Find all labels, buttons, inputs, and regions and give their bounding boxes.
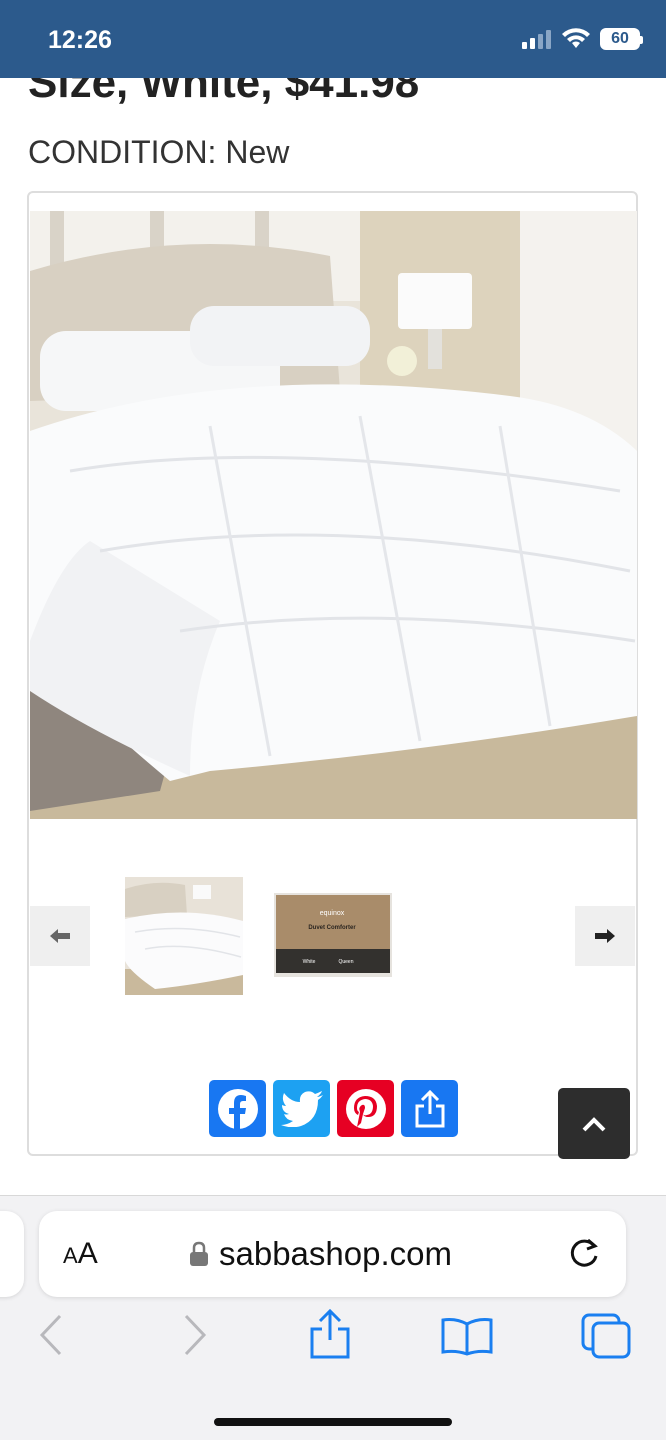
url-text: sabbashop.com [219, 1235, 452, 1272]
reload-button[interactable] [566, 1236, 602, 1277]
status-icons: 60 [522, 28, 643, 50]
previous-tab-edge[interactable] [0, 1211, 24, 1297]
gallery-thumbnail-1[interactable] [125, 877, 243, 995]
thumbnail-bed-image [125, 877, 243, 995]
browser-bottom-bar: AA sabbashop.com [0, 1195, 666, 1440]
battery-level: 60 [611, 30, 629, 47]
tabs-icon[interactable] [580, 1312, 632, 1360]
product-gallery-card: equinox Duvet Comforter White Queen [27, 191, 638, 1156]
comforter-bed-image [30, 211, 637, 819]
arrow-left-icon [50, 929, 70, 943]
status-time: 12:26 [48, 26, 112, 54]
battery-icon: 60 [600, 28, 643, 50]
facebook-share-button[interactable] [209, 1080, 266, 1137]
gallery-thumbnail-2[interactable]: equinox Duvet Comforter White Queen [274, 893, 392, 977]
lock-icon [190, 1241, 208, 1266]
twitter-share-button[interactable] [273, 1080, 330, 1137]
home-indicator [214, 1418, 452, 1426]
signal-icon [522, 30, 551, 49]
browser-toolbar [0, 1308, 666, 1374]
box-product: Duvet Comforter [308, 925, 356, 931]
twitter-icon [280, 1090, 323, 1127]
aa-small-letter: A [63, 1243, 78, 1268]
gallery-prev-button[interactable] [30, 906, 90, 966]
thumbnail-box-image: equinox Duvet Comforter White Queen [274, 893, 392, 977]
arrow-right-icon [595, 929, 615, 943]
pinterest-icon [345, 1088, 386, 1129]
back-to-top-button[interactable] [558, 1088, 630, 1159]
box-color: White [303, 959, 316, 965]
status-bar: 12:26 60 [0, 0, 666, 78]
pinterest-share-button[interactable] [337, 1080, 394, 1137]
address-bar[interactable]: AA sabbashop.com [39, 1211, 626, 1297]
aa-big-letter: A [77, 1237, 98, 1270]
reload-icon [570, 1238, 598, 1267]
share-icon [415, 1089, 444, 1127]
forward-icon[interactable] [182, 1314, 208, 1356]
box-size: Queen [338, 959, 353, 965]
share-buttons [209, 1080, 458, 1137]
back-icon[interactable] [38, 1314, 64, 1356]
wifi-icon [562, 28, 590, 48]
chevron-up-icon [582, 1116, 606, 1131]
product-condition: CONDITION: New [28, 134, 290, 170]
bookmarks-icon[interactable] [440, 1316, 494, 1356]
box-brand: equinox [320, 910, 345, 917]
gallery-next-button[interactable] [575, 906, 635, 966]
url-display[interactable]: sabbashop.com [189, 1235, 452, 1273]
facebook-icon [217, 1088, 258, 1129]
reader-options-button[interactable]: AA [63, 1237, 98, 1271]
generic-share-button[interactable] [401, 1080, 458, 1137]
main-product-image[interactable] [30, 211, 637, 819]
share-sheet-icon[interactable] [308, 1308, 352, 1360]
